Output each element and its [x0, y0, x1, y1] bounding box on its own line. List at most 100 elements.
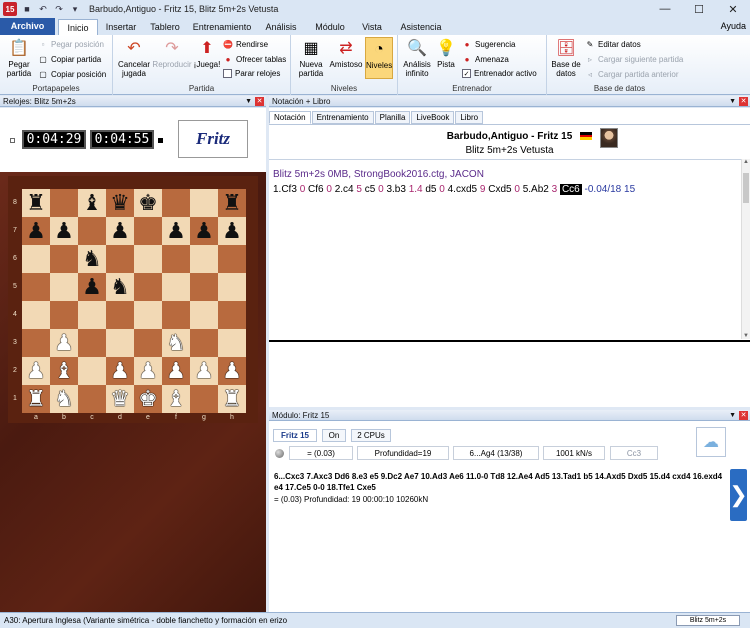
move-list[interactable]: Blitz 5m+2s 0MB, StrongBook2016.ctg, JAC… [269, 159, 741, 339]
move[interactable]: 1.Cf3 [273, 184, 300, 195]
nueva-partida-button[interactable]: ▦ Nueva partida [295, 37, 327, 78]
black-knight-icon[interactable]: ♞ [82, 248, 102, 270]
square-a6[interactable] [22, 245, 50, 273]
maximize-button[interactable]: ☐ [682, 0, 716, 18]
reproducir-button[interactable]: ↷ Reproducir [151, 37, 193, 69]
square-b1[interactable]: ♞ [50, 385, 78, 413]
black-pawn-icon[interactable]: ♟ [222, 220, 242, 242]
square-d7[interactable]: ♟ [106, 217, 134, 245]
square-e7[interactable] [134, 217, 162, 245]
tab-inicio[interactable]: Inicio [58, 19, 98, 35]
square-a5[interactable] [22, 273, 50, 301]
close-pane-icon[interactable]: ✕ [739, 97, 748, 106]
square-d6[interactable] [106, 245, 134, 273]
move[interactable]: c5 [365, 184, 378, 195]
black-pawn-icon[interactable]: ♟ [110, 220, 130, 242]
help-link[interactable]: Ayuda [721, 21, 746, 31]
cargar-anterior-button[interactable]: ◃ Cargar partida anterior [585, 69, 679, 79]
black-king-icon[interactable]: ♚ [138, 192, 158, 214]
tab-livebook[interactable]: LiveBook [411, 111, 455, 124]
square-a3[interactable] [22, 329, 50, 357]
white-pawn-icon[interactable]: ♟ [26, 360, 46, 382]
expand-chevron-icon[interactable]: ❯ [729, 469, 748, 521]
square-a8[interactable]: ♜ [22, 189, 50, 217]
square-e4[interactable] [134, 301, 162, 329]
square-f6[interactable] [162, 245, 190, 273]
square-a2[interactable]: ♟ [22, 357, 50, 385]
black-pawn-icon[interactable]: ♟ [166, 220, 186, 242]
square-d1[interactable]: ♛ [106, 385, 134, 413]
copiar-partida-button[interactable]: ▢ Copiar partida [38, 54, 101, 64]
base-de-datos-button[interactable]: 🗄 Base de datos [549, 37, 583, 78]
redo-icon[interactable]: ↷ [53, 3, 65, 15]
cpus-button[interactable]: 2 CPUs [351, 429, 391, 442]
undo-icon[interactable]: ↶ [37, 3, 49, 15]
square-c2[interactable] [78, 357, 106, 385]
scroll-up-icon[interactable]: ▲ [742, 159, 750, 165]
square-c4[interactable] [78, 301, 106, 329]
square-f1[interactable]: ♝ [162, 385, 190, 413]
square-b4[interactable] [50, 301, 78, 329]
square-b3[interactable]: ♟ [50, 329, 78, 357]
tab-entrenamiento-notation[interactable]: Entrenamiento [311, 111, 374, 124]
close-pane-icon[interactable]: ✕ [739, 411, 748, 420]
white-bishop-icon[interactable]: ♝ [54, 360, 74, 382]
juega-button[interactable]: ⬆ ¡Juega! [191, 37, 223, 69]
tab-vista[interactable]: Vista [354, 19, 390, 35]
square-c5[interactable]: ♟ [78, 273, 106, 301]
white-knight-icon[interactable]: ♞ [166, 332, 186, 354]
pane-menu-icon[interactable]: ▼ [729, 410, 736, 421]
black-knight-icon[interactable]: ♞ [110, 276, 130, 298]
black-pawn-icon[interactable]: ♟ [194, 220, 214, 242]
square-g6[interactable] [190, 245, 218, 273]
white-pawn-icon[interactable]: ♟ [194, 360, 214, 382]
pista-button[interactable]: 💡 Pista [434, 37, 458, 69]
square-a1[interactable]: ♜ [22, 385, 50, 413]
square-b5[interactable] [50, 273, 78, 301]
pane-menu-icon[interactable]: ▼ [729, 96, 736, 107]
analisis-infinito-button[interactable]: 🔍 Análisis infinito [400, 37, 434, 78]
square-d8[interactable]: ♛ [106, 189, 134, 217]
square-g1[interactable] [190, 385, 218, 413]
square-d5[interactable]: ♞ [106, 273, 134, 301]
square-e8[interactable]: ♚ [134, 189, 162, 217]
tab-libro[interactable]: Libro [455, 111, 484, 124]
entrenador-activo-checkbox[interactable]: ✓ Entrenador activo [462, 69, 537, 78]
square-e1[interactable]: ♚ [134, 385, 162, 413]
square-c6[interactable]: ♞ [78, 245, 106, 273]
cloud-icon[interactable]: ☁ [696, 427, 726, 457]
black-pawn-icon[interactable]: ♟ [82, 276, 102, 298]
square-e5[interactable] [134, 273, 162, 301]
tab-modulo[interactable]: Módulo [308, 19, 352, 35]
square-g3[interactable] [190, 329, 218, 357]
app-icon[interactable]: 15 [3, 2, 17, 16]
white-rook-icon[interactable]: ♜ [222, 388, 242, 410]
square-g8[interactable] [190, 189, 218, 217]
move[interactable]: Cxd5 [488, 184, 514, 195]
square-h8[interactable]: ♜ [218, 189, 246, 217]
scroll-thumb[interactable] [743, 173, 749, 203]
white-pawn-icon[interactable]: ♟ [110, 360, 130, 382]
square-g5[interactable] [190, 273, 218, 301]
square-b6[interactable] [50, 245, 78, 273]
tab-asistencia[interactable]: Asistencia [392, 19, 450, 35]
square-c1[interactable] [78, 385, 106, 413]
white-king-icon[interactable]: ♚ [138, 388, 158, 410]
white-pawn-icon[interactable]: ♟ [222, 360, 242, 382]
black-rook-icon[interactable]: ♜ [26, 192, 46, 214]
square-f7[interactable]: ♟ [162, 217, 190, 245]
white-queen-icon[interactable]: ♛ [110, 388, 130, 410]
save-icon[interactable]: ■ [21, 3, 33, 15]
white-knight-icon[interactable]: ♞ [54, 388, 74, 410]
ofrecer-tablas-button[interactable]: ● Ofrecer tablas [223, 54, 287, 64]
amistoso-button[interactable]: ⇄ Amistoso [329, 37, 363, 69]
square-g7[interactable]: ♟ [190, 217, 218, 245]
square-f2[interactable]: ♟ [162, 357, 190, 385]
square-f4[interactable] [162, 301, 190, 329]
move[interactable]: d5 [425, 184, 439, 195]
close-pane-icon[interactable]: ✕ [255, 97, 264, 106]
move[interactable]: 5.Ab2 [523, 184, 552, 195]
square-e6[interactable] [134, 245, 162, 273]
black-queen-icon[interactable]: ♛ [110, 192, 130, 214]
tab-planilla[interactable]: Planilla [374, 111, 411, 124]
